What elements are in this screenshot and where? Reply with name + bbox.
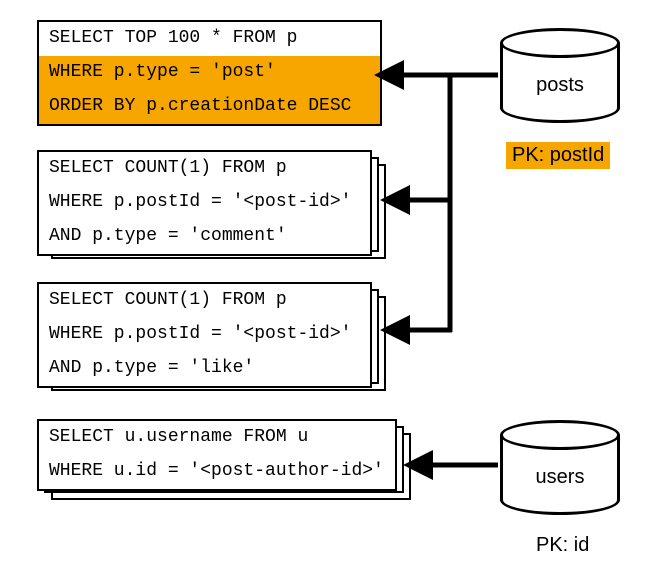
cylinder-top: [500, 28, 620, 58]
query-line: WHERE u.id = '<post-author-id>': [39, 455, 395, 489]
query-line: AND p.type = 'comment': [39, 220, 370, 254]
query-line: SELECT COUNT(1) FROM p: [39, 152, 370, 186]
query-line: AND p.type = 'like': [39, 352, 370, 386]
query-line: WHERE p.postId = '<post-id>': [39, 318, 370, 352]
query-box-2: SELECT COUNT(1) FROM p WHERE p.postId = …: [37, 150, 372, 256]
cylinder-top: [500, 420, 620, 450]
query-line: SELECT TOP 100 * FROM p: [39, 22, 380, 56]
pk-label-users: PK: id: [530, 532, 595, 559]
query-line: WHERE p.type = 'post': [39, 56, 380, 90]
query-box-3: SELECT COUNT(1) FROM p WHERE p.postId = …: [37, 282, 372, 388]
database-label: users: [536, 466, 585, 489]
query-line: WHERE p.postId = '<post-id>': [39, 186, 370, 220]
query-line: SELECT COUNT(1) FROM p: [39, 284, 370, 318]
query-line: SELECT u.username FROM u: [39, 421, 395, 455]
database-posts: posts: [500, 28, 620, 123]
database-label: posts: [536, 74, 584, 97]
database-users: users: [500, 420, 620, 515]
pk-label-posts: PK: postId: [506, 142, 610, 169]
query-box-1: SELECT TOP 100 * FROM p WHERE p.type = '…: [37, 20, 382, 126]
query-line: ORDER BY p.creationDate DESC: [39, 90, 380, 124]
query-box-4: SELECT u.username FROM u WHERE u.id = '<…: [37, 419, 397, 491]
